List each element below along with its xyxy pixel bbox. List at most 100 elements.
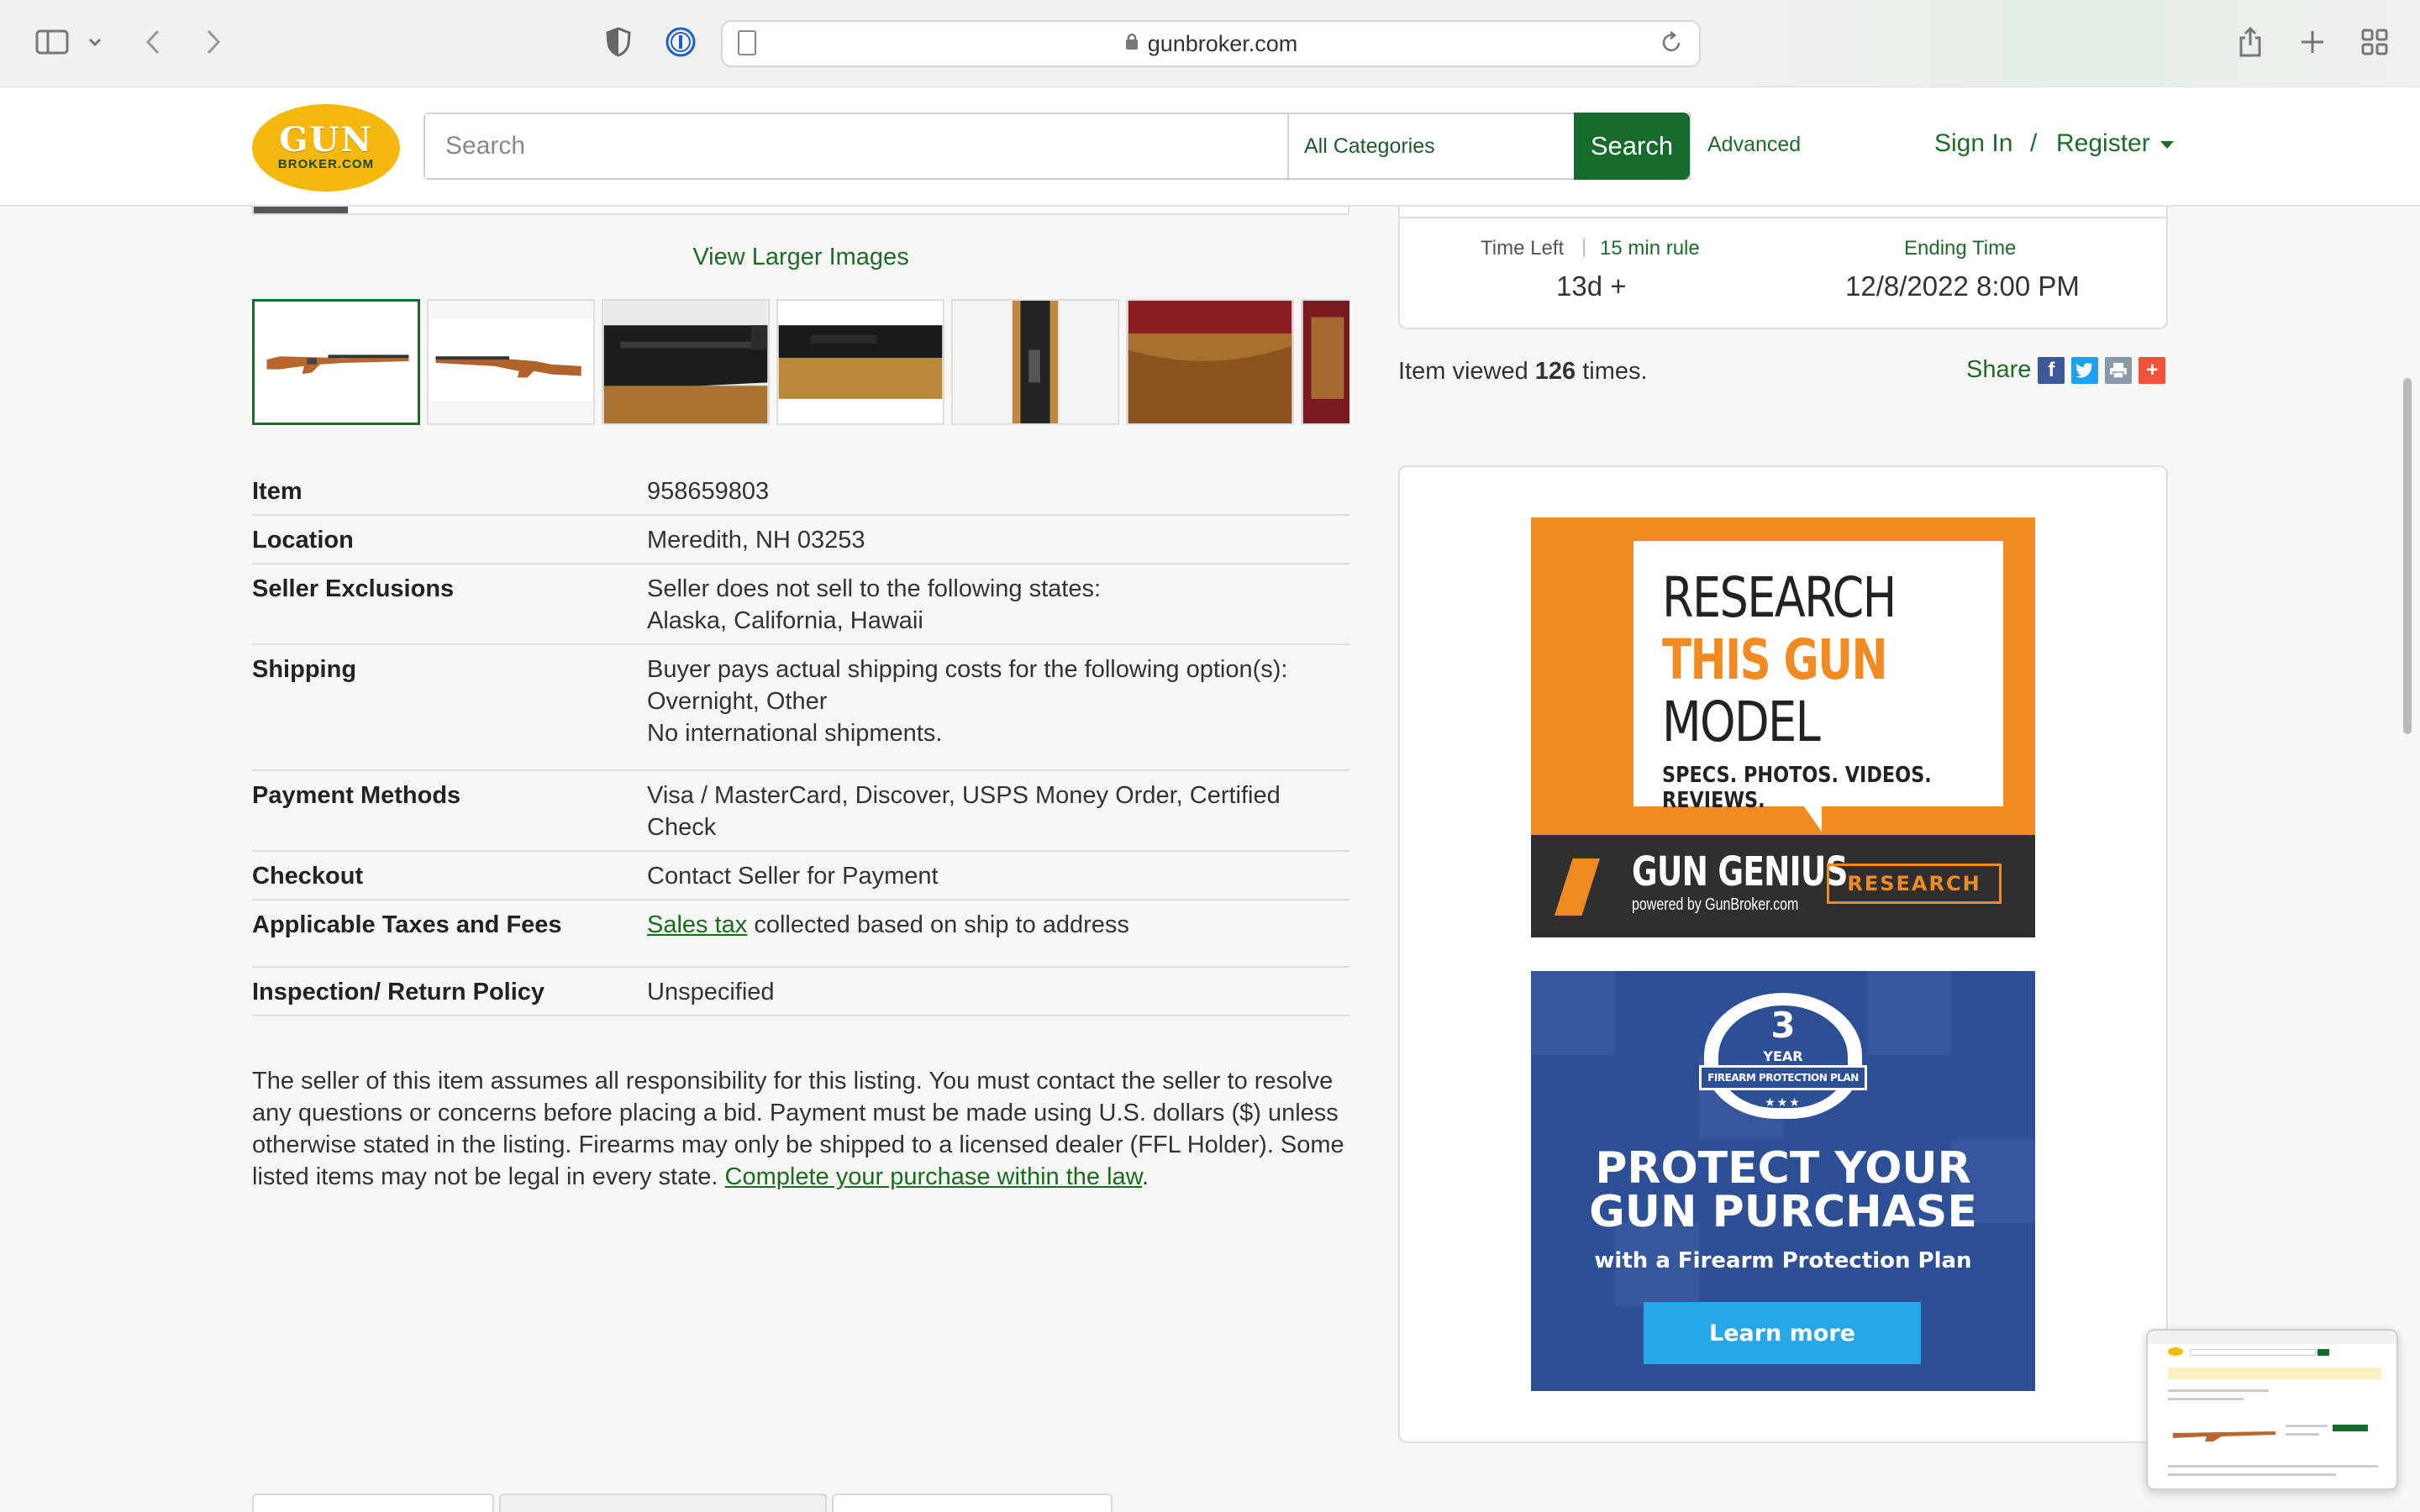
logo-text-bottom: BROKER.COM <box>277 157 375 171</box>
ad-protect-subline: with a Firearm Protection Plan <box>1594 1248 1972 1273</box>
ad-research-line3: MODEL <box>1662 690 1821 754</box>
back-icon[interactable] <box>138 25 168 59</box>
header-separator: / <box>2030 129 2038 157</box>
ad-bg-tile <box>1531 971 1615 1055</box>
action-closeup-icon <box>953 301 1118 423</box>
preview-search <box>2190 1349 2316 1356</box>
reload-icon[interactable] <box>1660 30 1682 60</box>
thumbnail-6[interactable] <box>1126 299 1294 425</box>
view-count-suffix: times. <box>1576 358 1648 385</box>
preview-line <box>2168 1398 2244 1400</box>
share-bar: Share f + <box>1966 356 2166 384</box>
preview-line <box>2286 1433 2319 1436</box>
time-left-separator: | <box>1581 235 1587 258</box>
logo-text-top: GUN <box>279 120 373 160</box>
caret-down-icon <box>2160 140 2174 149</box>
detail-value: Meredith, NH 03253 <box>647 527 865 554</box>
twitter-icon[interactable] <box>2071 356 2099 384</box>
purchase-law-link[interactable]: Complete your purchase within the law <box>725 1163 1142 1190</box>
table-row: Location Meredith, NH 03253 <box>252 516 1349 564</box>
detail-label: Item <box>252 478 302 505</box>
listing-tab[interactable] <box>499 1494 827 1512</box>
detail-label: Shipping <box>252 656 357 683</box>
time-left-label: Time Left <box>1481 237 1565 260</box>
detail-label: Checkout <box>252 863 364 890</box>
detail-value: Sales tax collected based on ship to add… <box>647 909 1349 941</box>
view-larger-images-link[interactable]: View Larger Images <box>252 244 1349 271</box>
table-row: Payment Methods Visa / MasterCard, Disco… <box>252 771 1349 852</box>
time-left-value: 13d + <box>1556 270 1627 302</box>
rifle-photo-icon <box>255 302 417 423</box>
chevron-down-icon[interactable] <box>84 27 106 57</box>
view-count: Item viewed 126 times. <box>1398 358 1648 386</box>
ad-brand-name: GUN GENIUS <box>1632 848 1848 895</box>
window-thumbnail-preview[interactable] <box>2146 1329 2398 1490</box>
address-bar[interactable]: gunbroker.com <box>721 20 1701 67</box>
ad-protect-headline2: GUN PURCHASE <box>1589 1187 1977 1237</box>
sign-in-link[interactable]: Sign In <box>1934 129 2012 158</box>
image-scroll-indicator <box>254 207 348 213</box>
advanced-search-link[interactable]: Advanced <box>1707 133 1801 157</box>
reader-icon[interactable] <box>738 30 756 55</box>
category-select-value: All Categories <box>1304 134 1435 158</box>
detail-value: Visa / MasterCard, Discover, USPS Money … <box>647 782 1281 841</box>
browser-toolbar: gunbroker.com <box>0 0 2420 87</box>
table-row: Seller Exclusions Seller does not sell t… <box>252 564 1349 645</box>
disclaimer-end: . <box>1142 1163 1150 1190</box>
search-bar: All Categories <box>424 113 1691 180</box>
detail-value: 958659803 <box>647 478 770 505</box>
protection-plan-ad[interactable]: 3 YEAR FIREARM PROTECTION PLAN ★★★ PROTE… <box>1531 971 2035 1391</box>
preview-toolbar <box>2148 1331 2396 1344</box>
thumbnail-7[interactable] <box>1301 299 1349 425</box>
share-sheet-icon[interactable] <box>2233 24 2267 60</box>
tab-overview-icon[interactable] <box>2358 25 2391 59</box>
thumbnail-1[interactable] <box>252 299 420 425</box>
ad-research-line2: THIS GUN <box>1662 627 1888 692</box>
ad-bg-tile <box>1867 971 1951 1055</box>
facebook-icon[interactable]: f <box>2038 356 2065 384</box>
sales-tax-link[interactable]: Sales tax <box>647 911 747 938</box>
rifle-photo-icon <box>429 301 593 423</box>
detail-value-line: Buyer pays actual shipping costs for the… <box>647 656 1288 683</box>
search-input[interactable] <box>425 114 1289 178</box>
forward-icon[interactable] <box>198 25 229 59</box>
thumbnail-2[interactable] <box>427 299 595 425</box>
site-header: GUN BROKER.COM All Categories Search Adv… <box>0 87 2420 207</box>
detail-value: Unspecified <box>647 979 775 1005</box>
thumbnail-4[interactable] <box>776 299 944 425</box>
page-scrollbar[interactable] <box>2403 378 2412 734</box>
search-button[interactable]: Search <box>1574 113 1690 180</box>
seller-disclaimer: The seller of this item assumes all resp… <box>252 1065 1349 1193</box>
table-row: Checkout Contact Seller for Payment <box>252 852 1349 900</box>
sidebar-toggle-icon[interactable] <box>34 25 71 59</box>
research-gun-ad[interactable]: RESEARCH THIS GUN MODEL SPECS. PHOTOS. V… <box>1531 517 2035 937</box>
gunbroker-logo[interactable]: GUN BROKER.COM <box>252 104 400 192</box>
engraving-closeup-icon <box>778 301 943 423</box>
listing-tabs <box>252 1494 1113 1512</box>
ending-time-label: Ending Time <box>1904 237 2017 260</box>
password-manager-icon[interactable] <box>664 25 697 59</box>
thumbnail-3[interactable] <box>602 299 770 425</box>
thumbnail-5[interactable] <box>951 299 1119 425</box>
table-row: Inspection/ Return Policy Unspecified <box>252 968 1349 1016</box>
learn-more-button[interactable]: Learn more <box>1644 1302 1921 1364</box>
table-row: Shipping Buyer pays actual shipping cost… <box>252 645 1349 771</box>
grip-closeup-icon <box>1302 301 1349 423</box>
print-icon[interactable] <box>2105 356 2133 384</box>
new-tab-icon[interactable] <box>2296 25 2329 59</box>
listing-tab[interactable] <box>832 1494 1113 1512</box>
fifteen-min-rule-link[interactable]: 15 min rule <box>1600 237 1700 260</box>
plus-icon[interactable]: + <box>2139 356 2166 384</box>
share-label: Share <box>1966 356 2032 383</box>
preview-rifle-icon <box>2173 1431 2275 1441</box>
preview-logo <box>2168 1347 2183 1356</box>
detail-value-line: Seller does not sell to the following st… <box>647 575 1102 602</box>
research-button[interactable]: RESEARCH <box>1827 864 2002 904</box>
privacy-shield-icon[interactable] <box>602 25 635 59</box>
ad-research-tagline: SPECS. PHOTOS. VIDEOS. REVIEWS. <box>1662 763 1932 813</box>
register-link[interactable]: Register <box>2056 129 2174 158</box>
register-label: Register <box>2056 129 2150 157</box>
listing-tab[interactable] <box>252 1494 494 1512</box>
preview-notice <box>2168 1368 2381 1379</box>
preview-line <box>2168 1389 2269 1392</box>
